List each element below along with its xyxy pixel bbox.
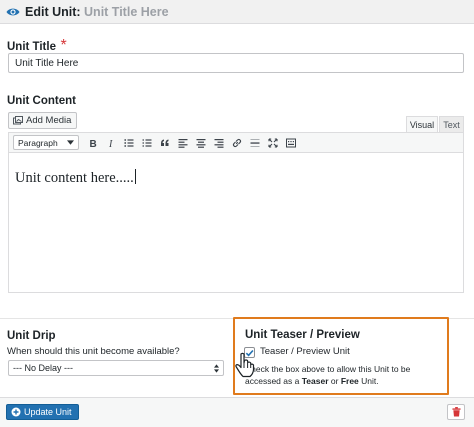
- bullet-list-icon[interactable]: [120, 134, 138, 151]
- add-media-button[interactable]: Add Media: [8, 112, 78, 129]
- format-select[interactable]: Paragraph: [13, 135, 79, 150]
- unit-content-label: Unit Content: [7, 95, 76, 107]
- align-center-icon[interactable]: [192, 134, 210, 151]
- select-arrows-icon: [214, 363, 219, 373]
- svg-text:B: B: [90, 139, 97, 148]
- unit-title-input[interactable]: [8, 53, 464, 73]
- delete-unit-button[interactable]: [447, 404, 465, 420]
- chevron-down-icon: [67, 140, 74, 145]
- update-unit-label: Update Unit: [24, 407, 72, 417]
- align-right-icon[interactable]: [210, 134, 228, 151]
- update-unit-button[interactable]: Update Unit: [6, 404, 79, 420]
- teaser-help-text: Check the box above to allow this Unit t…: [245, 364, 411, 386]
- bold-icon[interactable]: B: [84, 134, 102, 151]
- unit-drip-question: When should this unit become available?: [7, 346, 180, 357]
- teaser-label: Unit Teaser / Preview: [245, 329, 360, 341]
- toolbar-toggle-icon[interactable]: [282, 134, 300, 151]
- text-caret: [134, 169, 136, 184]
- italic-icon[interactable]: I: [102, 134, 120, 151]
- teaser-checkbox-label[interactable]: Teaser / Preview Unit: [260, 346, 445, 357]
- tab-visual[interactable]: Visual: [406, 116, 438, 132]
- svg-text:I: I: [108, 139, 113, 148]
- plus-circle-icon: [11, 407, 21, 417]
- drip-selected-value: --- No Delay ---: [13, 363, 73, 373]
- content-editor[interactable]: Unit content here.....: [8, 153, 464, 293]
- modal-title-placeholder: Unit Title Here: [84, 4, 169, 19]
- tab-text[interactable]: Text: [439, 116, 464, 132]
- link-icon[interactable]: [228, 134, 246, 151]
- unit-drip-label: Unit Drip: [7, 330, 56, 342]
- media-icon: [13, 115, 23, 126]
- add-media-label: Add Media: [26, 115, 72, 126]
- required-mark: *: [60, 37, 67, 54]
- modal-header: Edit Unit: Unit Title Here: [0, 0, 474, 24]
- editor-toolbar: Paragraph B I: [8, 132, 464, 153]
- editor-body-text: Unit content here.....: [15, 170, 134, 186]
- unit-title-label: Unit Title: [7, 41, 56, 53]
- align-left-icon[interactable]: [174, 134, 192, 151]
- blockquote-icon[interactable]: [156, 134, 174, 151]
- numbered-list-icon[interactable]: [138, 134, 156, 151]
- drip-delay-select[interactable]: --- No Delay ---: [8, 360, 224, 376]
- hand-pointer-cursor-icon: [234, 352, 256, 378]
- horizontal-line-icon[interactable]: [246, 134, 264, 151]
- modal-footer: Update Unit: [0, 397, 474, 427]
- eye-icon: [6, 6, 20, 18]
- modal-title: Edit Unit: Unit Title Here: [25, 4, 169, 19]
- trash-icon: [451, 407, 461, 417]
- fullscreen-icon[interactable]: [264, 134, 282, 151]
